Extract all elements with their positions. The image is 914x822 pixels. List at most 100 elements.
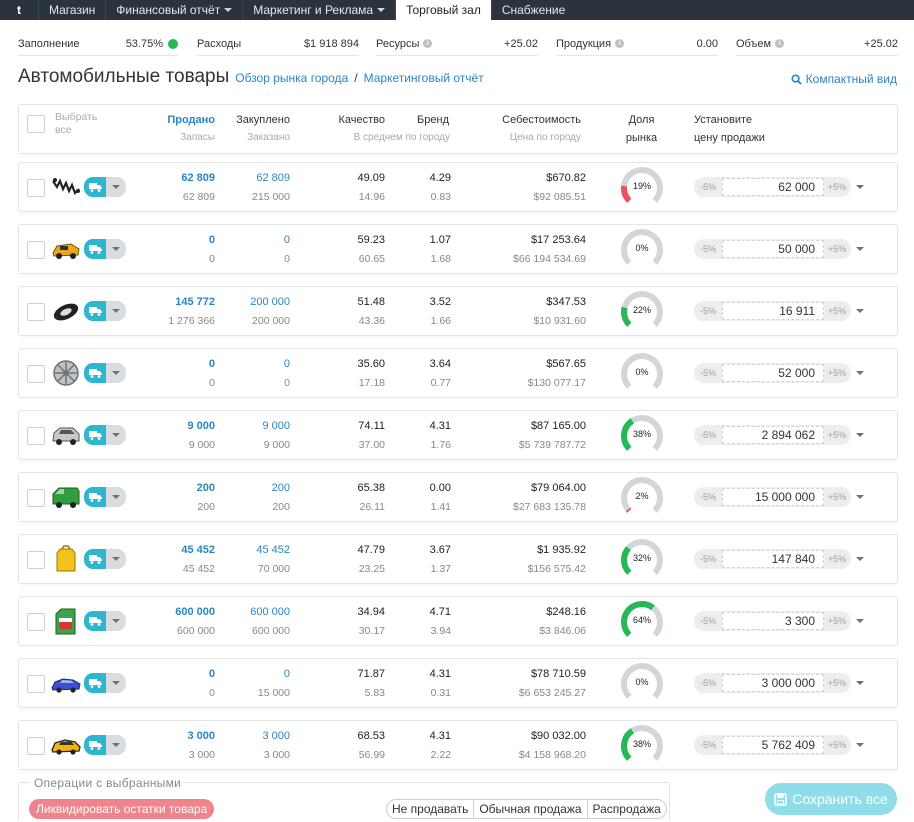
wheel-rim-icon[interactable] xyxy=(51,359,81,387)
liquidate-stock-button[interactable]: Ликвидировать остатки товара xyxy=(29,799,215,819)
truck-icon[interactable] xyxy=(84,301,106,321)
row-checkbox[interactable] xyxy=(27,427,45,445)
chevron-down-icon[interactable] xyxy=(856,495,864,499)
truck-icon[interactable] xyxy=(84,735,106,755)
price-input[interactable]: 52 000 xyxy=(722,364,824,382)
row-checkbox[interactable] xyxy=(27,675,45,693)
chevron-down-icon[interactable] xyxy=(106,673,126,693)
van-icon[interactable] xyxy=(51,483,81,511)
increase-price-button[interactable]: +5% xyxy=(823,306,851,316)
chevron-down-icon[interactable] xyxy=(106,549,126,569)
price-input[interactable]: 50 000 xyxy=(722,240,824,258)
decrease-price-button[interactable]: -5% xyxy=(694,244,722,254)
info-icon[interactable]: i xyxy=(423,39,433,48)
price-input[interactable]: 62 000 xyxy=(722,178,824,196)
truck-icon[interactable] xyxy=(84,425,106,445)
decrease-price-button[interactable]: -5% xyxy=(694,678,722,688)
toy-car-icon[interactable] xyxy=(51,235,81,263)
decrease-price-button[interactable]: -5% xyxy=(694,430,722,440)
increase-price-button[interactable]: +5% xyxy=(823,554,851,564)
increase-price-button[interactable]: +5% xyxy=(823,678,851,688)
row-checkbox[interactable] xyxy=(27,613,45,631)
compact-view-toggle[interactable]: Компактный вид xyxy=(791,72,897,86)
price-input[interactable]: 2 894 062 xyxy=(722,426,824,444)
decrease-price-button[interactable]: -5% xyxy=(694,740,722,750)
supply-menu[interactable] xyxy=(84,177,128,197)
row-checkbox[interactable] xyxy=(27,303,45,321)
chevron-down-icon[interactable] xyxy=(106,239,126,259)
chevron-down-icon[interactable] xyxy=(856,247,864,251)
info-icon[interactable]: i xyxy=(615,39,625,48)
decrease-price-button[interactable]: -5% xyxy=(694,182,722,192)
mode-no-sale-button[interactable]: Не продавать xyxy=(387,800,473,818)
marketing-report-link[interactable]: Маркетинговый отчёт xyxy=(364,71,484,85)
truck-icon[interactable] xyxy=(84,611,106,631)
truck-icon[interactable] xyxy=(84,363,106,383)
chevron-down-icon[interactable] xyxy=(856,185,864,189)
price-input[interactable]: 3 300 xyxy=(722,612,824,630)
yellow-car-icon[interactable] xyxy=(51,731,81,759)
save-all-button[interactable]: Сохранить все xyxy=(765,783,897,815)
chevron-down-icon[interactable] xyxy=(856,433,864,437)
decrease-price-button[interactable]: -5% xyxy=(694,368,722,378)
row-checkbox[interactable] xyxy=(27,365,45,383)
chevron-down-icon[interactable] xyxy=(856,681,864,685)
chevron-down-icon[interactable] xyxy=(106,363,126,383)
supply-menu[interactable] xyxy=(84,239,128,259)
increase-price-button[interactable]: +5% xyxy=(823,368,851,378)
decrease-price-button[interactable]: -5% xyxy=(694,306,722,316)
chevron-down-icon[interactable] xyxy=(106,177,126,197)
chevron-down-icon[interactable] xyxy=(856,371,864,375)
oil-canister-icon[interactable] xyxy=(51,607,81,635)
spark-plug-wires-icon[interactable] xyxy=(51,173,81,201)
chevron-down-icon[interactable] xyxy=(856,309,864,313)
supply-menu[interactable] xyxy=(84,611,128,631)
price-input[interactable]: 3 000 000 xyxy=(722,674,824,692)
decrease-price-button[interactable]: -5% xyxy=(694,616,722,626)
truck-icon[interactable] xyxy=(84,487,106,507)
increase-price-button[interactable]: +5% xyxy=(823,182,851,192)
chevron-down-icon[interactable] xyxy=(106,487,126,507)
chevron-down-icon[interactable] xyxy=(106,301,126,321)
jerry-can-icon[interactable] xyxy=(51,545,81,573)
chevron-down-icon[interactable] xyxy=(106,425,126,445)
supply-menu[interactable] xyxy=(84,735,128,755)
increase-price-button[interactable]: +5% xyxy=(823,430,851,440)
price-input[interactable]: 16 911 xyxy=(722,302,824,320)
chevron-down-icon[interactable] xyxy=(106,735,126,755)
chevron-down-icon[interactable] xyxy=(106,611,126,631)
tab-supply[interactable]: Снабжение xyxy=(490,0,575,20)
truck-icon[interactable] xyxy=(84,177,106,197)
row-checkbox[interactable] xyxy=(27,551,45,569)
mode-clearance-button[interactable]: Распродажа xyxy=(586,800,666,818)
row-checkbox[interactable] xyxy=(27,241,45,259)
tab-marketing[interactable]: Маркетинг и Реклама xyxy=(242,0,395,20)
tire-icon[interactable] xyxy=(51,297,81,325)
tab-shop[interactable]: Магазин xyxy=(38,0,105,20)
col-cost[interactable]: Себестоимость Цена по городу xyxy=(489,111,581,147)
decrease-price-button[interactable]: -5% xyxy=(694,492,722,502)
row-checkbox[interactable] xyxy=(27,179,45,197)
row-checkbox[interactable] xyxy=(27,489,45,507)
select-all-checkbox[interactable] xyxy=(27,115,45,133)
mode-normal-sale-button[interactable]: Обычная продажа xyxy=(473,800,586,818)
col-bought[interactable]: Закуплено Заказано xyxy=(224,111,290,147)
truck-icon[interactable] xyxy=(84,673,106,693)
increase-price-button[interactable]: +5% xyxy=(823,616,851,626)
chevron-down-icon[interactable] xyxy=(856,619,864,623)
supply-menu[interactable] xyxy=(84,363,128,383)
sports-car-icon[interactable] xyxy=(51,669,81,697)
supply-menu[interactable] xyxy=(84,673,128,693)
supply-menu[interactable] xyxy=(84,487,128,507)
col-sold[interactable]: Продано Запасы xyxy=(149,111,215,147)
col-market-share[interactable]: Доля рынка xyxy=(619,111,664,147)
supply-menu[interactable] xyxy=(84,549,128,569)
tab-sales-floor[interactable]: Торговый зал xyxy=(395,0,491,20)
chevron-down-icon[interactable] xyxy=(856,743,864,747)
truck-icon[interactable] xyxy=(84,549,106,569)
tab-finance[interactable]: Финансовый отчёт xyxy=(105,0,242,20)
decrease-price-button[interactable]: -5% xyxy=(694,554,722,564)
row-checkbox[interactable] xyxy=(27,737,45,755)
col-quality[interactable]: Качество xyxy=(319,111,385,129)
chevron-down-icon[interactable] xyxy=(856,557,864,561)
